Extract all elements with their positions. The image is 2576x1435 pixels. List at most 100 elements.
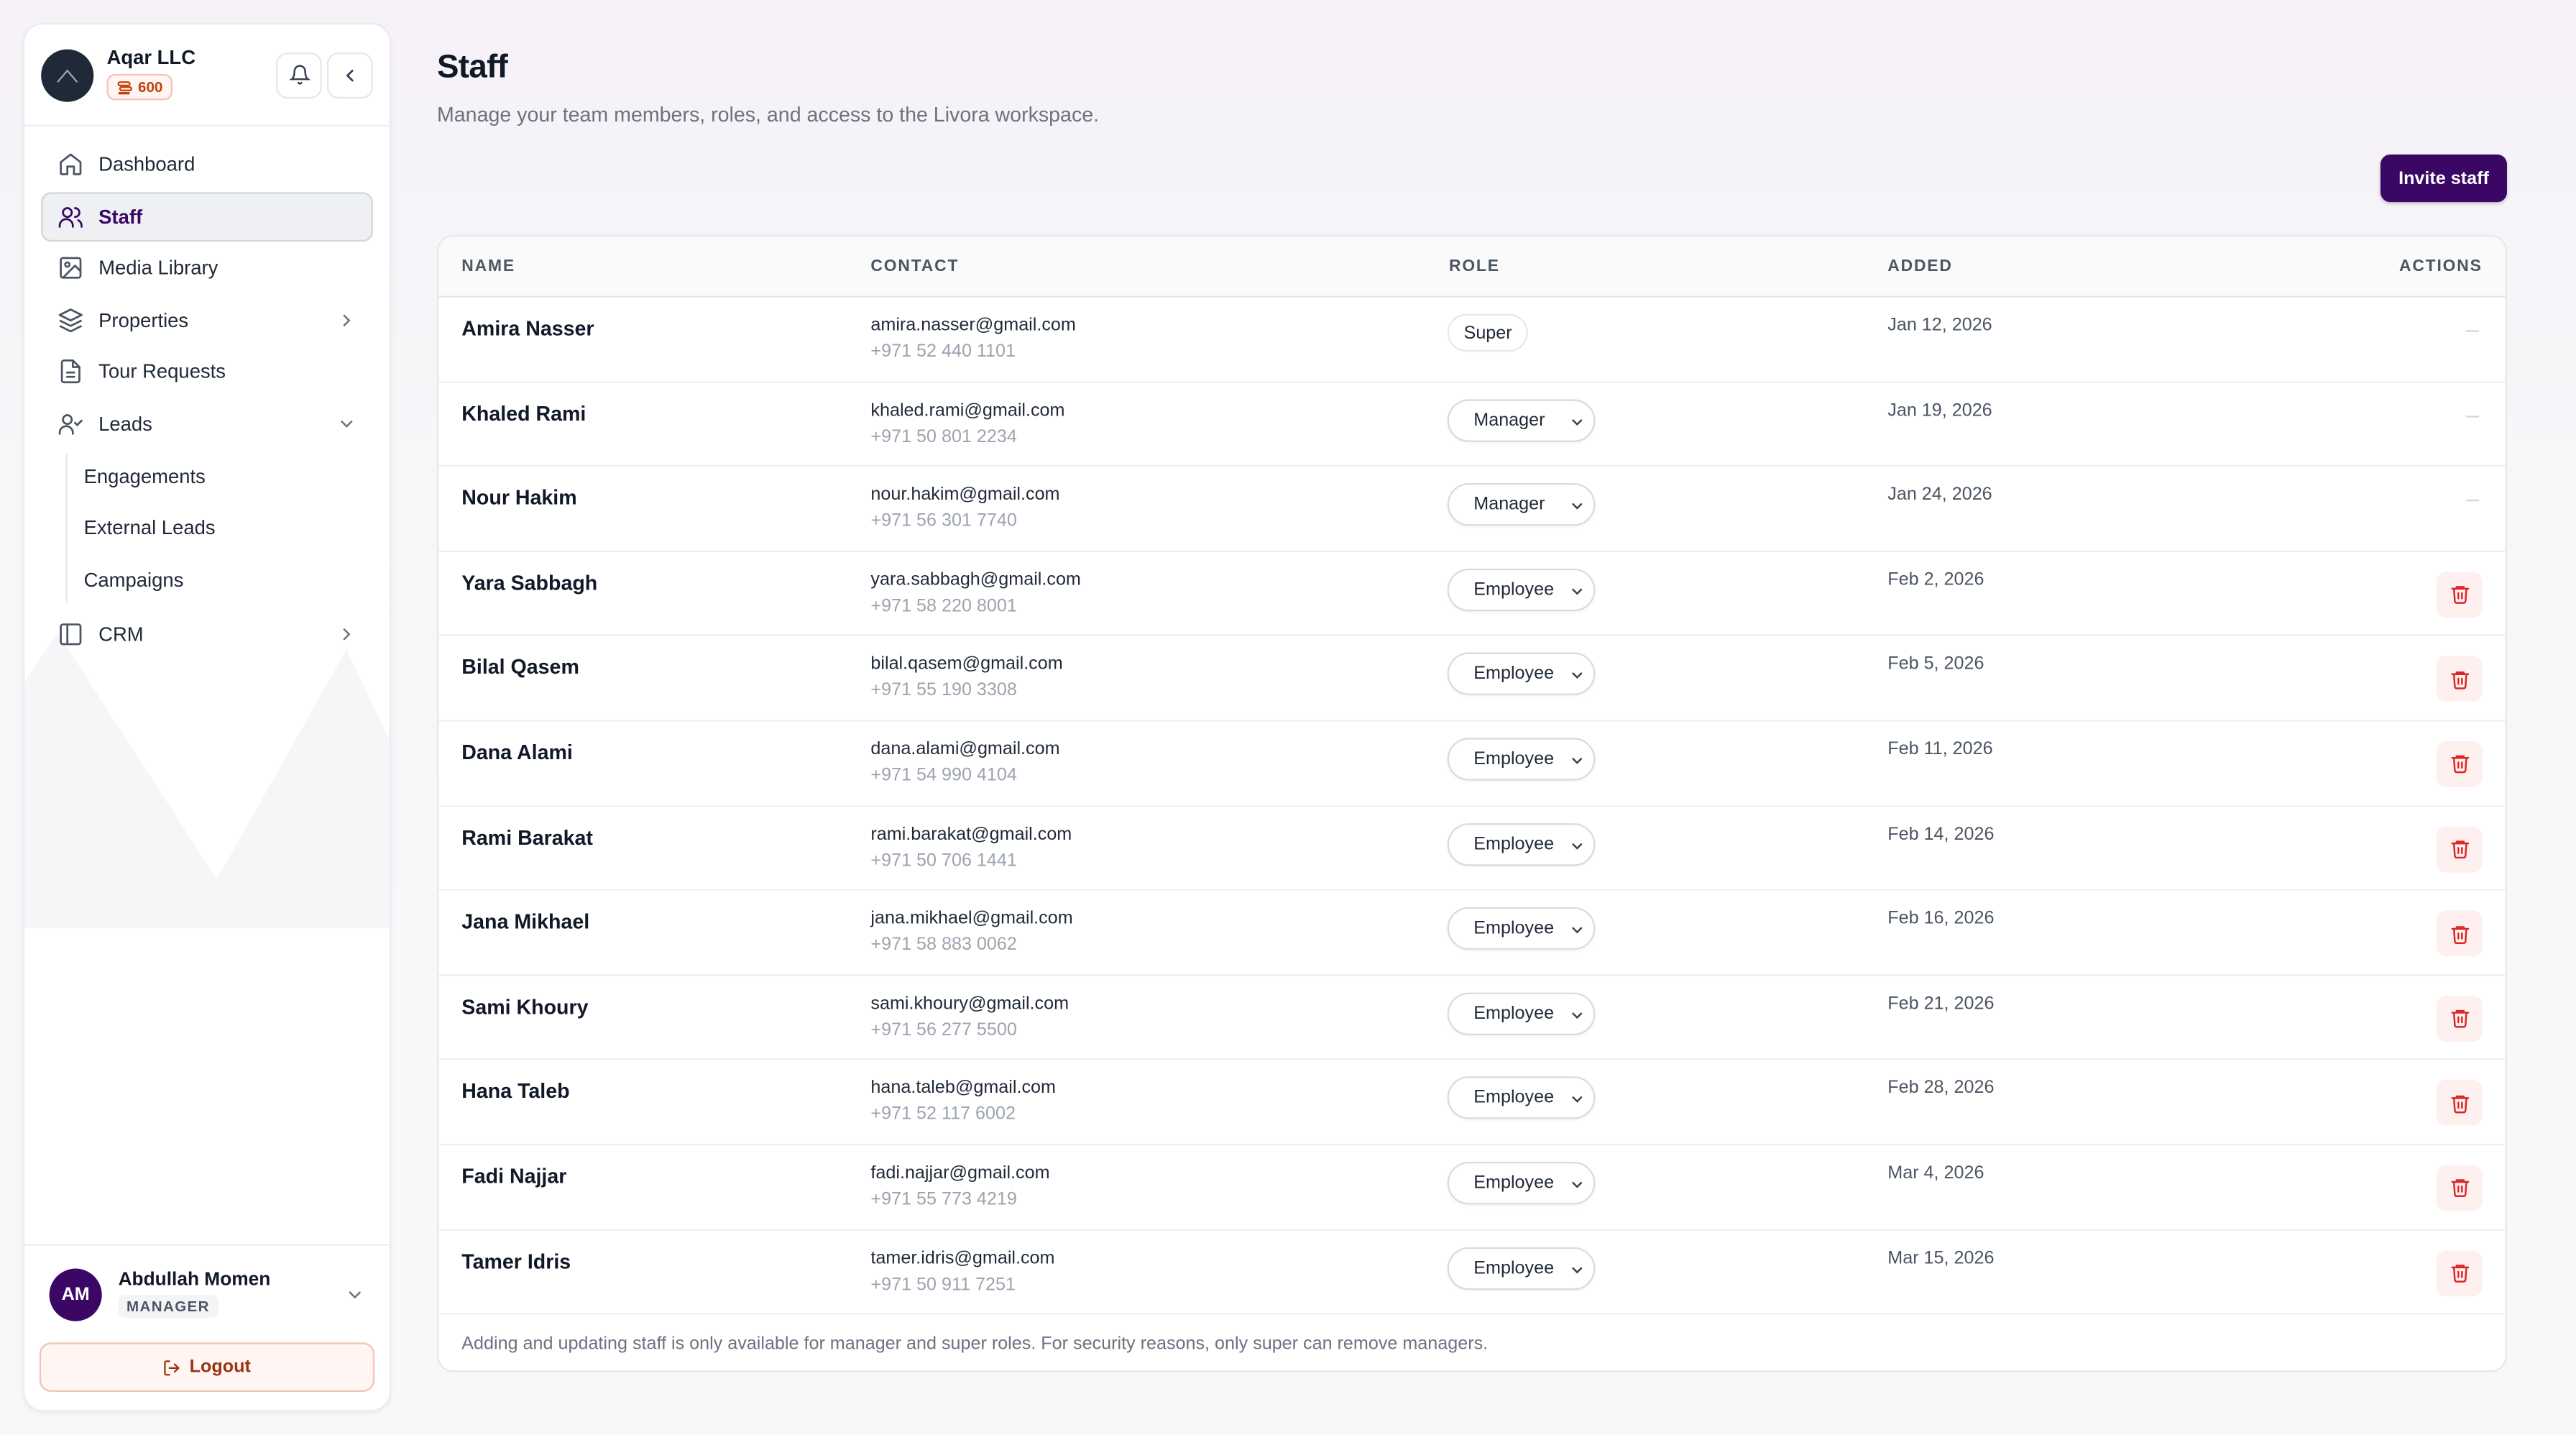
role-select[interactable]: Manager [1447,398,1596,441]
staff-added-date: Feb 11, 2026 [1887,739,1993,759]
logout-button[interactable]: Logout [39,1342,375,1392]
sidebar-item-crm[interactable]: CRM [41,609,373,659]
role-select[interactable]: Employee [1447,653,1596,696]
delete-staff-button[interactable] [2436,1165,2483,1211]
staff-added-date: Feb 28, 2026 [1887,1078,1995,1099]
sidebar: Aqar LLC 600 Dashboard Staff Media Libra… [22,22,391,1412]
credits-badge: 600 [106,74,173,101]
bell-icon [288,65,310,85]
sidebar-item-dashboard[interactable]: Dashboard [41,139,373,189]
staff-phone: +971 50 801 2234 [870,426,1017,446]
chevron-down-icon [1572,673,1583,679]
sidebar-item-media-library[interactable]: Media Library [41,243,373,293]
table-row: Tamer Idris tamer.idris@gmail.com +971 50 … [438,1230,2506,1315]
role-select-value: Employee [1473,664,1555,684]
image-icon [58,255,84,281]
delete-staff-button[interactable] [2436,910,2483,957]
staff-added-date: Mar 15, 2026 [1887,1248,1995,1268]
staff-name: Amira Nasser [461,317,594,341]
role-select[interactable]: Employee [1447,991,1596,1035]
role-select-value: Employee [1473,919,1555,939]
chevron-right-icon [343,628,351,640]
table-row: Yara Sabbagh yara.sabbagh@gmail.com +971 5… [438,551,2506,637]
column-header-actions: ACTIONS [2399,257,2483,276]
staff-name: Khaled Rami [461,402,586,426]
staff-added-date: Feb 2, 2026 [1887,569,1984,590]
staff-added-date: Jan 19, 2026 [1887,400,1992,421]
sidebar-item-tour-requests[interactable]: Tour Requests [41,347,373,396]
staff-phone: +971 50 706 1441 [870,850,1017,871]
staff-added-date: Jan 24, 2026 [1887,485,1992,505]
staff-phone: +971 56 277 5500 [870,1019,1017,1040]
trash-icon [2450,586,2469,605]
role-select[interactable]: Employee [1447,907,1596,950]
book-icon [58,620,84,647]
sidebar-item-staff[interactable]: Staff [41,191,373,241]
role-select-value: Employee [1473,834,1555,854]
staff-table: NAME CONTACT ROLE ADDED ACTIONS Amira Na… [436,234,2507,1372]
role-select[interactable]: Manager [1447,483,1596,526]
trash-icon [2450,756,2469,774]
credits-count: 600 [137,79,163,96]
sidebar-nav: Dashboard Staff Media Library Properties… [24,127,389,674]
role-select-value: Employee [1473,749,1555,769]
trash-icon [2450,840,2469,859]
staff-email: bilal.qasem@gmail.com [870,654,1063,674]
table-row: Fadi Najjar fadi.najjar@gmail.com +971 55 … [438,1145,2506,1230]
role-select[interactable]: Employee [1447,1161,1596,1205]
org-logo[interactable] [41,48,94,101]
staff-phone: +971 50 911 7251 [870,1274,1016,1295]
trash-icon [2450,1095,2469,1114]
chevron-down-icon [1572,758,1583,764]
sidebar-header: Aqar LLC 600 [24,24,390,127]
staff-name: Rami Barakat [461,825,593,849]
table-row: Amira Nasser amira.nasser@gmail.com +971 5… [438,298,2506,382]
delete-staff-button[interactable] [2436,1080,2483,1127]
role-select[interactable]: Employee [1447,738,1596,781]
user-menu[interactable]: AM Abdullah Momen MANAGER [40,1268,374,1321]
role-select[interactable]: Employee [1447,822,1596,866]
staff-phone: +971 52 117 6002 [870,1104,1016,1125]
staff-email: sami.khoury@gmail.com [870,994,1070,1014]
staff-name: Yara Sabbagh [461,571,598,595]
chevron-down-icon [1572,843,1583,849]
chevron-left-icon [346,68,354,81]
staff-email: rami.barakat@gmail.com [870,824,1072,844]
sidebar-subitem-engagements[interactable]: Engagements [41,450,373,502]
sidebar-item-label: Leads [98,411,152,435]
delete-staff-button[interactable] [2436,995,2483,1042]
leads-submenu: Engagements External Leads Campaigns [41,450,373,605]
delete-staff-button[interactable] [2436,656,2483,702]
staff-email: amira.nasser@gmail.com [870,315,1076,336]
sidebar-background-decoration [24,632,390,929]
invite-staff-button[interactable]: Invite staff [2380,154,2507,203]
chevron-down-icon [341,419,353,427]
role-select-value: Manager [1473,495,1545,515]
chevron-down-icon [1572,1096,1583,1104]
role-badge: Super [1447,313,1529,352]
sidebar-subitem-campaigns[interactable]: Campaigns [41,554,373,605]
document-icon [58,358,84,385]
table-row: Sami Khoury sami.khoury@gmail.com +971 56 … [438,976,2506,1061]
role-select[interactable]: Employee [1447,568,1596,611]
delete-staff-button[interactable] [2436,1250,2483,1296]
role-select[interactable]: Employee [1447,1246,1596,1290]
notifications-button[interactable] [275,51,322,98]
staff-name: Jana Mikhael [461,910,590,934]
sidebar-item-leads[interactable]: Leads [41,398,373,448]
delete-staff-button[interactable] [2436,825,2483,872]
sidebar-subitem-external-leads[interactable]: External Leads [41,502,373,554]
logout-label: Logout [189,1357,251,1377]
role-select[interactable]: Employee [1447,1076,1596,1120]
staff-name: Sami Khoury [461,995,589,1019]
staff-email: hana.taleb@gmail.com [870,1078,1056,1099]
delete-staff-button[interactable] [2436,741,2483,787]
column-header-role: ROLE [1448,257,1500,276]
role-select-value: Employee [1473,579,1555,600]
collapse-sidebar-button[interactable] [326,51,373,98]
delete-staff-button[interactable] [2436,571,2483,618]
sidebar-item-properties[interactable]: Properties [41,295,373,344]
staff-added-date: Feb 5, 2026 [1887,654,1984,674]
role-select-value: Employee [1473,1257,1555,1278]
chevron-down-icon [1572,503,1583,510]
